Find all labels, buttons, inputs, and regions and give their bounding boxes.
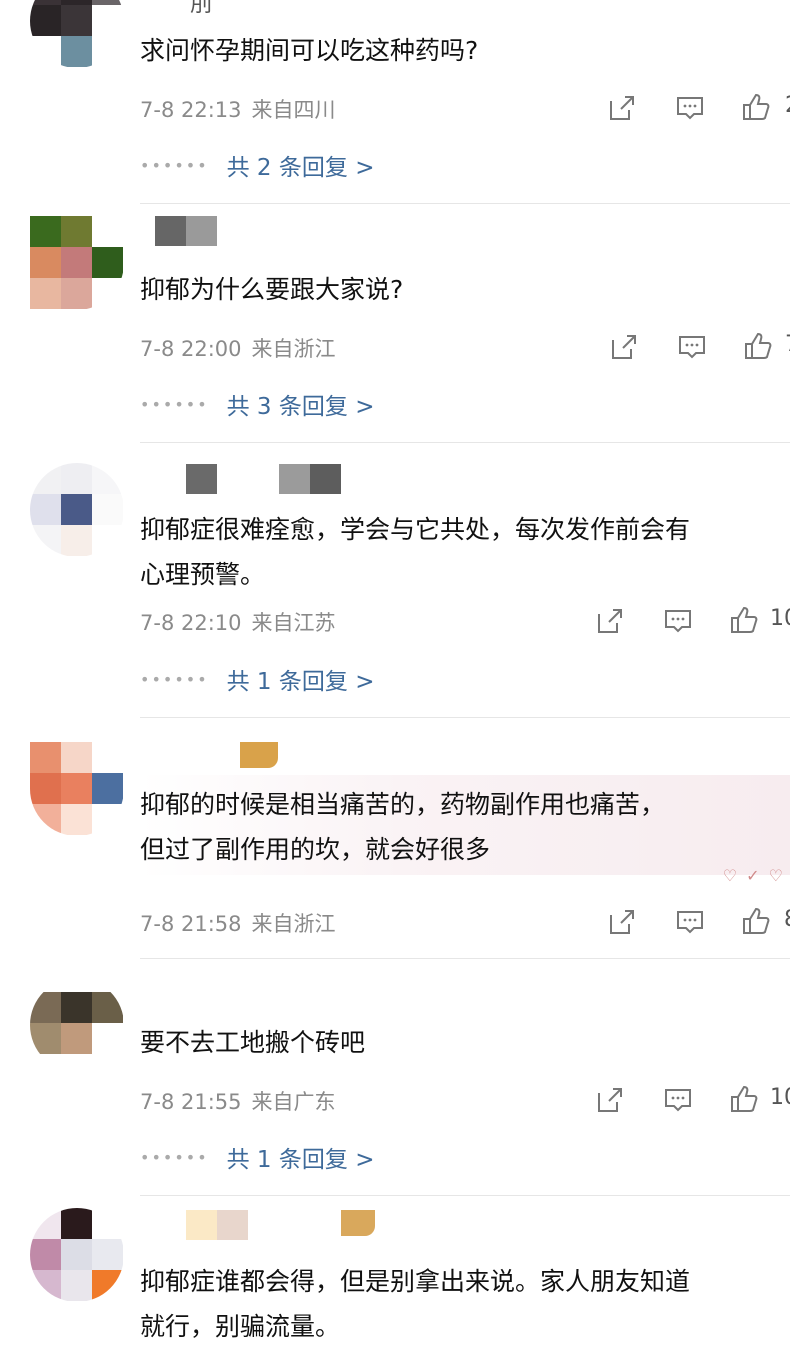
comment-time: 7-8 21:58 xyxy=(140,912,242,936)
divider xyxy=(140,1195,790,1196)
thumbs-up-icon[interactable] xyxy=(743,331,773,361)
share-icon[interactable] xyxy=(609,332,639,362)
comment-meta: 7-8 22:00 来自浙江 xyxy=(140,333,346,363)
like-count: 2 xyxy=(785,93,790,118)
divider xyxy=(140,717,790,718)
share-icon[interactable] xyxy=(595,1085,625,1115)
comment-time: 7-8 21:55 xyxy=(140,1090,242,1114)
comment-icon[interactable] xyxy=(675,93,705,123)
comment-time: 7-8 22:00 xyxy=(140,337,242,361)
thumbs-up-icon[interactable] xyxy=(741,906,771,936)
comment-text: 求问怀孕期间可以吃这种药吗? xyxy=(140,36,479,65)
comment-location: 来自浙江 xyxy=(251,337,336,361)
comment-meta: 7-8 22:13 来自四川 xyxy=(140,94,346,124)
comment-icon[interactable] xyxy=(663,606,693,636)
view-replies-link[interactable]: •••••• 共 1 条回复 > xyxy=(140,1140,374,1174)
divider xyxy=(140,203,790,204)
comment-text: 抑郁为什么要跟大家说? xyxy=(140,275,404,304)
username[interactable]: 刖 xyxy=(190,0,212,18)
avatar[interactable] xyxy=(30,742,124,836)
view-replies-link[interactable]: •••••• 共 2 条回复 > xyxy=(140,148,374,182)
comment-meta: 7-8 21:55 来自广东 xyxy=(140,1086,346,1116)
comment-text: 要不去工地搬个砖吧 xyxy=(140,1028,366,1057)
divider xyxy=(140,442,790,443)
comment-meta: 7-8 22:10 来自江苏 xyxy=(140,607,346,637)
thumbs-up-icon[interactable] xyxy=(729,1084,759,1114)
comment-icon[interactable] xyxy=(677,332,707,362)
comment-location: 来自江苏 xyxy=(251,611,336,635)
avatar[interactable] xyxy=(30,463,124,557)
share-icon[interactable] xyxy=(595,606,625,636)
like-count: 10 xyxy=(770,606,790,631)
comment-time: 7-8 22:10 xyxy=(140,611,242,635)
comment-meta: 7-8 21:58 来自浙江 xyxy=(140,908,346,938)
avatar[interactable] xyxy=(30,0,124,68)
like-count: 8 xyxy=(784,907,790,932)
comment-location: 来自广东 xyxy=(251,1090,336,1114)
comment-text: 抑郁症谁都会得，但是别拿出来说。家人朋友知道 就行，别骗流量。 xyxy=(140,1267,691,1341)
comment-text: 抑郁的时候是相当痛苦的，药物副作用也痛苦， 但过了副作用的坎，就会好很多 xyxy=(140,790,666,864)
avatar[interactable] xyxy=(30,978,124,1072)
view-replies-link[interactable]: •••••• 共 3 条回复 > xyxy=(140,387,374,421)
comment-time: 7-8 22:13 xyxy=(140,98,242,122)
view-replies-link[interactable]: •••••• 共 1 条回复 > xyxy=(140,662,374,696)
share-icon[interactable] xyxy=(607,93,637,123)
avatar[interactable] xyxy=(30,1208,124,1302)
comment-location: 来自浙江 xyxy=(251,912,336,936)
like-count: 7 xyxy=(785,332,790,357)
comment-icon[interactable] xyxy=(675,907,705,937)
divider xyxy=(140,958,790,959)
comment-icon[interactable] xyxy=(663,1085,693,1115)
comment-location: 来自四川 xyxy=(251,98,336,122)
comment-text: 抑郁症很难痊愈，学会与它共处，每次发作前会有 心理预警。 xyxy=(140,515,691,589)
thumbs-up-icon[interactable] xyxy=(741,92,771,122)
avatar[interactable] xyxy=(30,216,124,310)
thumbs-up-icon[interactable] xyxy=(729,605,759,635)
like-count: 10 xyxy=(770,1085,790,1110)
share-icon[interactable] xyxy=(607,907,637,937)
